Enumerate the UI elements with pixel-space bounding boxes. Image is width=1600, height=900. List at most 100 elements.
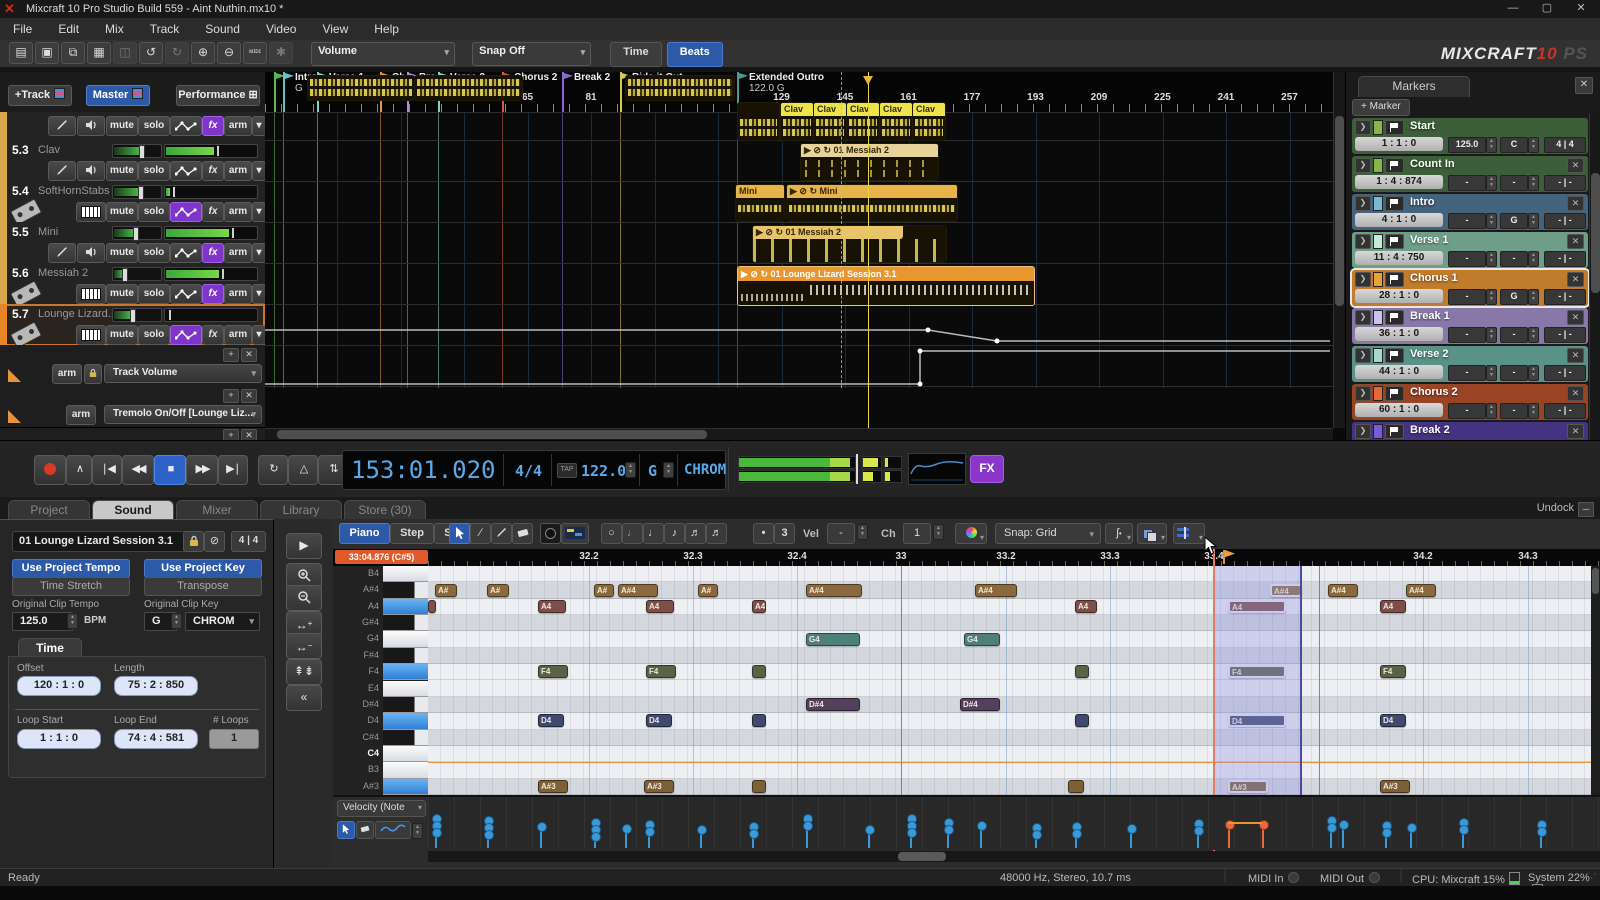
automation-button[interactable]	[170, 325, 202, 345]
marker-delete-button[interactable]: ✕	[1567, 158, 1584, 173]
beats-mode-button[interactable]: Beats	[667, 42, 723, 67]
velocity-type-dropdown[interactable]: Velocity (Note▾	[337, 800, 426, 817]
punch-button[interactable]: ∧	[66, 455, 92, 485]
velocity-lollipop[interactable]	[806, 818, 808, 848]
piano-key-row[interactable]: D#4	[333, 697, 428, 713]
velocity-lollipop[interactable]	[947, 822, 949, 848]
piano-key-as3[interactable]	[383, 779, 428, 795]
layers-icon[interactable]: ▾	[1137, 523, 1167, 544]
loop-button[interactable]: ↻	[258, 455, 288, 485]
add-marker-button[interactable]: + Marker	[1352, 99, 1410, 116]
marker-color-swatch[interactable]	[1373, 120, 1383, 135]
midi-note[interactable]: A#4	[1406, 584, 1436, 597]
piano-key-a4[interactable]	[383, 599, 428, 615]
solo-button[interactable]: solo	[138, 325, 170, 345]
midi-note[interactable]: A#	[435, 584, 457, 597]
piano-key-f4[interactable]	[383, 664, 428, 680]
track-expand-chevron[interactable]: ▾	[252, 161, 265, 181]
automation-button[interactable]	[170, 161, 202, 181]
midi-note[interactable]: A#	[594, 584, 614, 597]
midi-note[interactable]: A#4	[975, 584, 1017, 597]
marker-key-field[interactable]: -	[1500, 251, 1528, 267]
marker-key-field[interactable]: C	[1500, 137, 1528, 153]
eighth-note-button[interactable]: ♪	[664, 523, 685, 544]
line-tool-button[interactable]: ∕	[470, 523, 491, 544]
velocity-lollipop[interactable]	[1197, 823, 1199, 848]
clip-meter[interactable]: 4 | 4	[231, 531, 266, 552]
marker-tempo-field[interactable]: -	[1448, 365, 1486, 381]
color-wheel-icon[interactable]: ▾	[955, 523, 987, 544]
marker-position-field[interactable]: 60 : 1 : 0	[1355, 403, 1443, 417]
midi-note[interactable]: A#4	[806, 584, 862, 597]
marker-row-break-1[interactable]: ❯Break 1✕36 : 1 : 0-▲▼-▲▼- | -	[1352, 308, 1588, 344]
midi-note[interactable]: D4	[538, 714, 564, 727]
piano-key-b4[interactable]	[383, 566, 428, 582]
collapse-panel-button[interactable]: «	[286, 685, 322, 711]
midi-note[interactable]: A#3	[538, 780, 568, 793]
midi-note[interactable]: A4	[538, 600, 566, 613]
midi-note[interactable]: A#	[698, 584, 718, 597]
length-field[interactable]: 75 : 2 : 850	[114, 676, 198, 696]
scale-display[interactable]: CHROM	[684, 462, 726, 478]
marker-meter-field[interactable]: - | -	[1544, 327, 1586, 343]
marker-flag-icon[interactable]	[1385, 424, 1404, 439]
piano-key-row[interactable]: G#4	[333, 615, 428, 631]
marker-flag-icon[interactable]	[1385, 386, 1404, 401]
fx-button[interactable]: fx	[202, 243, 224, 263]
menu-view[interactable]: View	[309, 18, 361, 40]
marker-meter-field[interactable]: - | -	[1544, 365, 1586, 381]
mute-button[interactable]: mute	[106, 284, 138, 304]
midi-note[interactable]: F4	[646, 665, 676, 678]
piano-key-row[interactable]: F4	[333, 664, 428, 680]
piano-key-b3[interactable]	[383, 762, 428, 778]
fx-button[interactable]: fx	[202, 161, 224, 181]
messiah-clip-1[interactable]: ▶ ⊘ ↻ 01 Messiah 2	[800, 143, 939, 181]
undock-minimize-icon[interactable]: ─	[1578, 502, 1594, 517]
thirtysecond-note-button[interactable]: ♬	[706, 523, 727, 544]
midi-note[interactable]	[752, 780, 766, 793]
piano-key-cs4[interactable]	[383, 730, 428, 746]
snap-dropdown[interactable]: Snap Off▾	[472, 42, 591, 66]
note-grid[interactable]: A#A#A#A#4A#A#4A#4A#4A#4A#4A4A4A4A4A4A4G4…	[428, 566, 1600, 795]
import-icon[interactable]: ⧉	[61, 42, 85, 64]
mute-button[interactable]: mute	[106, 202, 138, 222]
marker-meter-field[interactable]: - | -	[1544, 251, 1586, 267]
piano-key-ds4[interactable]	[383, 697, 428, 713]
solo-button[interactable]: solo	[138, 202, 170, 222]
marker-delete-button[interactable]: ✕	[1567, 272, 1584, 287]
track-expand-chevron[interactable]: ▾	[252, 243, 265, 263]
midi-icon[interactable]: ᴍɪᴅɪ	[243, 42, 267, 64]
speaker-button[interactable]	[77, 243, 105, 263]
velocity-lollipop[interactable]	[1540, 824, 1542, 848]
key-display[interactable]: G	[648, 462, 657, 480]
channel-value-field[interactable]: 1	[903, 523, 931, 544]
marker-expand-button[interactable]: ❯	[1355, 310, 1371, 325]
marker-key-field[interactable]: -	[1500, 403, 1528, 419]
selection-region[interactable]	[1213, 566, 1302, 795]
solo-button[interactable]: solo	[138, 243, 170, 263]
marker-color-swatch[interactable]	[1373, 348, 1383, 363]
marker-row-verse-1[interactable]: ❯Verse 1✕11 : 4 : 750-▲▼-▲▼- | -	[1352, 232, 1588, 268]
lane-param-dropdown[interactable]: Track Volume▾	[104, 364, 262, 383]
marker-meter-field[interactable]: - | -	[1544, 289, 1586, 305]
midi-note[interactable]: F4	[538, 665, 568, 678]
velocity-lollipop[interactable]	[648, 824, 650, 848]
new-file-icon[interactable]: ▤	[9, 42, 33, 64]
no-loop-icon[interactable]: ⊘	[204, 531, 225, 552]
remove-lane-button[interactable]: ✕	[241, 348, 257, 362]
piano-key-row[interactable]: D4	[333, 713, 428, 729]
velocity-lollipop[interactable]	[1130, 828, 1132, 848]
velocity-lollipop[interactable]	[1330, 820, 1332, 848]
piano-key-g4[interactable]	[383, 631, 428, 647]
velocity-lollipop[interactable]	[1410, 827, 1412, 848]
select-tool-button[interactable]	[449, 523, 470, 544]
piano-keys[interactable]: B4A#4A4G#4G4F#4F4E4D#4D4C#4C4B3A#3	[333, 566, 428, 795]
midi-note[interactable]: D#4	[806, 698, 860, 711]
marker-flag-icon[interactable]	[1385, 158, 1404, 173]
fit-vertical-button[interactable]: ⇞⇟	[286, 659, 322, 685]
offset-field[interactable]: 120 : 1 : 0	[17, 676, 101, 696]
record-button[interactable]	[34, 455, 66, 485]
go-to-start-button[interactable]: ❘◀	[92, 455, 122, 485]
piano-key-row[interactable]: G4	[333, 631, 428, 647]
arm-button[interactable]: arm	[224, 202, 252, 222]
